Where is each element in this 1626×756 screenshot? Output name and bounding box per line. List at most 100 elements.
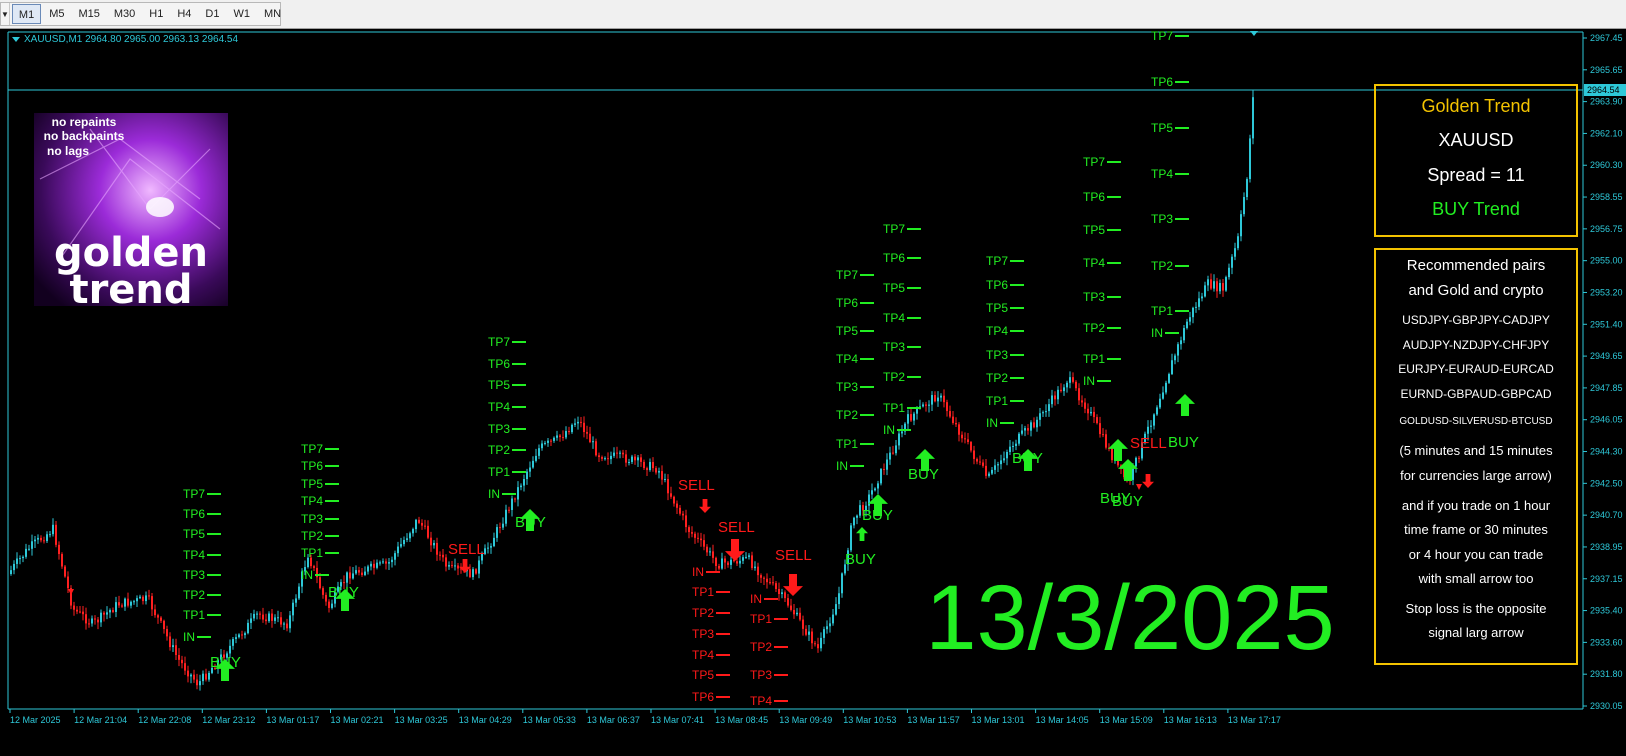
candle-body: [1138, 457, 1140, 459]
candle-body: [586, 432, 588, 434]
candle-body: [124, 598, 126, 607]
buy-signal-label: BUY: [1012, 450, 1043, 467]
timeframe-h4-button[interactable]: H4: [171, 4, 197, 24]
candle-body: [706, 546, 708, 553]
candle-body: [232, 639, 234, 646]
candle-body: [373, 563, 375, 568]
candle-body: [838, 593, 840, 605]
candle-body: [361, 572, 363, 575]
timeframe-m1-button[interactable]: M1: [11, 4, 42, 24]
candle-body: [868, 494, 870, 506]
timeframe-m15-button[interactable]: M15: [72, 4, 105, 24]
sell-arrow-icon: [1142, 474, 1154, 488]
candle-body: [763, 577, 765, 579]
candle-body: [289, 615, 291, 629]
candle-body: [634, 456, 636, 461]
candle-body: [1057, 389, 1059, 400]
candle-body: [877, 483, 879, 489]
candle-body: [853, 517, 855, 526]
candle-body: [1081, 400, 1083, 403]
tp-level-label: TP3: [1083, 290, 1105, 304]
candle-body: [1201, 296, 1203, 299]
time-axis-label: 13 Mar 08:45: [715, 715, 768, 725]
price-axis-label: 2935.40: [1590, 606, 1623, 616]
candle-body: [1252, 97, 1254, 139]
candle-body: [1060, 389, 1062, 392]
candle-body: [475, 569, 477, 574]
buy-signal-label: BUY: [1112, 493, 1143, 510]
candle-body: [151, 596, 153, 610]
candle-body: [664, 478, 666, 480]
timeframe-mn-button[interactable]: MN: [258, 4, 287, 24]
entry-level-label: IN: [836, 459, 848, 473]
chart-menu-triangle-icon: [12, 37, 20, 42]
timeframe-h1-button[interactable]: H1: [143, 4, 169, 24]
candle-body: [598, 455, 600, 458]
price-axis-label: 2930.05: [1590, 701, 1623, 711]
candle-body: [436, 542, 438, 555]
candle-body: [550, 440, 552, 442]
candle-body: [295, 598, 297, 603]
dropdown-arrow-icon[interactable]: ▼: [1, 3, 10, 25]
candle-body: [943, 395, 945, 403]
candle-body: [709, 551, 711, 553]
candle-body: [1015, 443, 1017, 447]
candle-body: [931, 395, 933, 405]
candle-body: [493, 537, 495, 547]
candle-body: [52, 524, 54, 535]
candle-body: [652, 462, 654, 469]
price-chart[interactable]: 2967.45 2965.65 2963.90 2962.10 2960.30 2958.…: [0, 29, 1626, 756]
candle-body: [985, 465, 987, 476]
candle-body: [385, 561, 387, 564]
tp-level-label: TP1: [836, 437, 858, 451]
tp-level-label: TP1: [692, 585, 714, 599]
timeframe-d1-button[interactable]: D1: [199, 4, 225, 24]
candle-body: [511, 498, 513, 510]
timeframe-w1-button[interactable]: W1: [227, 4, 256, 24]
candle-body: [91, 618, 93, 624]
candle-body: [991, 469, 993, 474]
candle-body: [682, 513, 684, 516]
note-line-3: and if you trade on 1 hour: [1401, 498, 1551, 513]
candle-body: [1204, 285, 1206, 297]
tp-level-label: TP5: [301, 477, 323, 491]
pairs-line-3: EURJPY-EURAUD-EURCAD: [1398, 362, 1554, 376]
candle-body: [1180, 340, 1182, 345]
candle-body: [889, 452, 891, 460]
candle-body: [286, 623, 288, 629]
candle-body: [688, 527, 690, 533]
candle-body: [793, 609, 795, 615]
tp-level-label: TP3: [986, 348, 1008, 362]
candle-body: [1000, 460, 1002, 465]
candle-body: [808, 631, 810, 635]
tp-level-label: TP6: [1083, 190, 1105, 204]
candle-body: [832, 614, 834, 624]
entry-level-label: IN: [301, 568, 313, 582]
candle-body: [490, 546, 492, 548]
candle-body: [487, 547, 489, 549]
candle-body: [1024, 428, 1026, 431]
tp-level-label: TP2: [1083, 321, 1105, 335]
candle-body: [298, 586, 300, 599]
candle-body: [1078, 388, 1080, 401]
candle-body: [88, 623, 90, 625]
candle-body: [715, 557, 717, 566]
candle-body: [283, 623, 285, 625]
candle-body: [499, 527, 501, 529]
candle-body: [427, 525, 429, 538]
candle-body: [1195, 306, 1197, 308]
candle-body: [643, 461, 645, 469]
candle-body: [529, 467, 531, 472]
candle-body: [1033, 422, 1035, 428]
timeframe-m5-button[interactable]: M5: [43, 4, 70, 24]
candle-body: [748, 555, 750, 557]
candle-body: [322, 588, 324, 595]
timeframe-m30-button[interactable]: M30: [108, 4, 141, 24]
candle-body: [571, 424, 573, 433]
tp-level-label: TP2: [883, 370, 905, 384]
candle-body: [313, 566, 315, 568]
candle-body: [670, 493, 672, 497]
note-line-7: Stop loss is the opposite: [1405, 601, 1547, 616]
candle-body: [697, 537, 699, 539]
candle-body: [886, 459, 888, 470]
